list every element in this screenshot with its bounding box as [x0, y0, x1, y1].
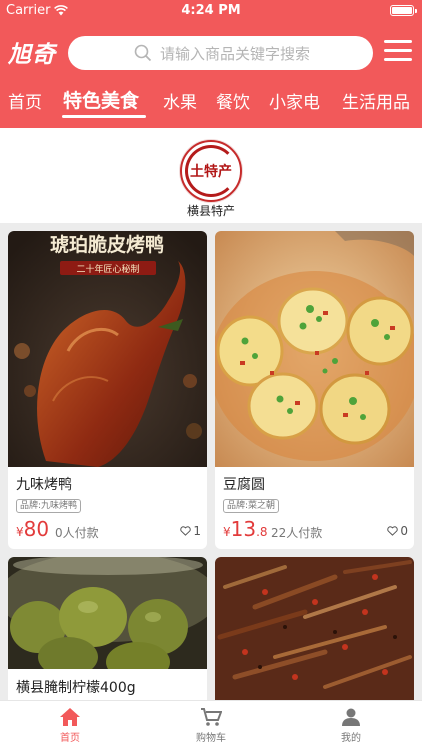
tabbar-profile[interactable]: 我的 [311, 707, 391, 744]
product-image-fried-fish [215, 557, 414, 700]
tab-daily-goods[interactable]: 生活用品 [342, 88, 410, 113]
image-title: 琥珀脆皮烤鸭 [50, 233, 164, 256]
brand-tag: 品牌:九味烤鸭 [16, 499, 82, 513]
menu-icon[interactable] [384, 40, 412, 64]
status-bar: Carrier 4:24 PM [0, 0, 422, 22]
search-placeholder: 请输入商品关键字搜索 [160, 44, 311, 63]
category-tabs: 首页 特色美食 水果 餐饮 小家电 生活用品 [0, 84, 422, 128]
heart-icon [180, 526, 192, 536]
brand-logo-text: 土特产 [190, 164, 232, 180]
battery-icon [390, 5, 417, 16]
brand-strip: 土特产 横县特产 [0, 128, 422, 223]
tab-small-appliances[interactable]: 小家电 [269, 88, 320, 113]
tabbar-cart-label: 购物车 [196, 733, 226, 744]
product-name: 横县腌制柠檬400g [16, 680, 136, 696]
product-name: 九味烤鸭 [16, 477, 72, 493]
home-icon [60, 708, 80, 726]
like-count: 0 [400, 524, 408, 538]
product-price: ¥80 [16, 517, 50, 541]
user-icon [342, 708, 360, 726]
sold-count: 22人付款 [271, 526, 323, 540]
product-image-roast-duck: 琥珀脆皮烤鸭 二十年匠心秘制 [8, 231, 207, 467]
tabbar-home[interactable]: 首页 [30, 707, 110, 744]
brand-logo[interactable]: 土特产 [180, 140, 242, 202]
like-button[interactable]: 1 [180, 524, 201, 538]
status-time: 4:24 PM [181, 3, 241, 18]
brand-name[interactable]: 横县特产 [0, 202, 422, 219]
image-subtitle: 二十年匠心秘制 [76, 263, 139, 275]
product-image-tofu-balls [215, 231, 414, 467]
search-input[interactable]: 请输入商品关键字搜索 [68, 36, 373, 70]
product-card[interactable]: 琥珀脆皮烤鸭 二十年匠心秘制 九味烤鸭 品牌:九味烤鸭 ¥80 0人付款 1 [8, 231, 207, 549]
brand-tag: 品牌:菜之朝 [223, 499, 280, 513]
like-count: 1 [193, 524, 201, 538]
header: Carrier 4:24 PM 旭奇 请输入商品关键字搜索 首页 特色美食 水果… [0, 0, 422, 128]
tab-fruit[interactable]: 水果 [163, 88, 197, 113]
cart-icon [201, 708, 222, 726]
tab-specialty-food[interactable]: 特色美食 [63, 86, 139, 113]
tab-home[interactable]: 首页 [8, 88, 42, 113]
product-card[interactable]: 豆腐圆 品牌:菜之朝 ¥13.8 22人付款 0 [215, 231, 414, 549]
tab-dining[interactable]: 餐饮 [216, 88, 250, 113]
heart-icon [387, 526, 399, 536]
tabbar-home-label: 首页 [60, 733, 80, 744]
product-name: 豆腐圆 [223, 477, 265, 493]
tabbar-cart[interactable]: 购物车 [171, 707, 251, 744]
active-tab-indicator [62, 115, 146, 118]
sold-count: 0人付款 [55, 526, 99, 540]
product-price: ¥13.8 [223, 517, 268, 541]
app-logo[interactable]: 旭奇 [8, 35, 56, 69]
like-button[interactable]: 0 [387, 524, 408, 538]
product-card[interactable] [215, 557, 414, 717]
product-card[interactable]: 横县腌制柠檬400g [8, 557, 207, 717]
bottom-tab-bar: 首页 购物车 我的 [0, 700, 422, 750]
product-image-pickled-lemon [8, 557, 207, 669]
tabbar-profile-label: 我的 [341, 733, 361, 744]
search-icon [134, 44, 152, 62]
